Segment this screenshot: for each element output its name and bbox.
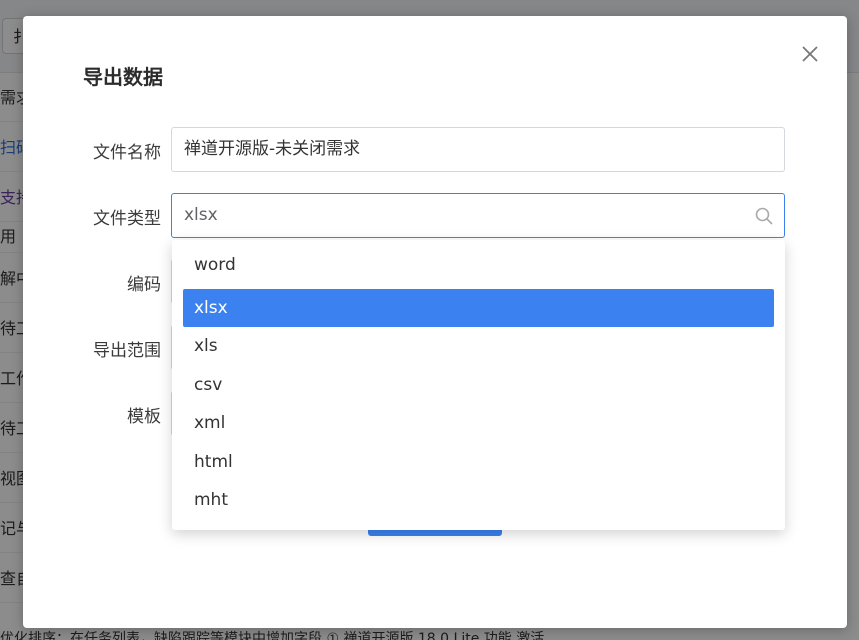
- search-icon: [755, 207, 773, 225]
- close-icon: [802, 46, 818, 62]
- dropdown-option-xlsx[interactable]: xlsx: [183, 289, 774, 327]
- file-name-label: 文件名称: [93, 143, 161, 163]
- export-range-label: 导出范围: [93, 341, 161, 361]
- dropdown-option-mht[interactable]: mht: [183, 481, 774, 519]
- file-type-dropdown: word xlsx xls csv xml html mht: [172, 240, 785, 530]
- encoding-label: 编码: [127, 275, 161, 295]
- export-dialog: 导出数据 文件名称 禅道开源版-未关闭需求 文件类型 xlsx 编码 导出范围 …: [23, 16, 847, 628]
- file-type-label: 文件类型: [93, 209, 161, 229]
- dropdown-option-xml[interactable]: xml: [183, 404, 774, 442]
- dropdown-option-html[interactable]: html: [183, 443, 774, 481]
- file-type-value: xlsx: [184, 205, 218, 225]
- file-name-input[interactable]: 禅道开源版-未关闭需求: [171, 127, 785, 172]
- dropdown-option-csv[interactable]: csv: [183, 366, 774, 404]
- dialog-title: 导出数据: [83, 65, 163, 89]
- close-button[interactable]: [799, 43, 821, 65]
- template-label: 模板: [127, 407, 161, 427]
- dropdown-option-word[interactable]: word: [183, 246, 774, 284]
- file-type-select[interactable]: xlsx: [171, 193, 785, 238]
- dropdown-option-xls[interactable]: xls: [183, 327, 774, 365]
